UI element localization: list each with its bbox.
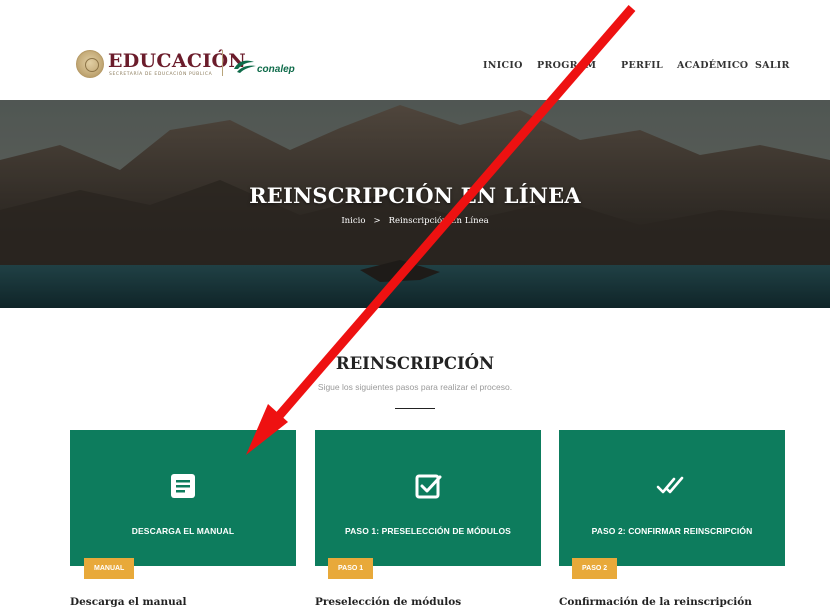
card-download-manual[interactable]: DESCARGA EL MANUAL — [70, 430, 296, 566]
government-seal-icon — [76, 50, 104, 78]
conalep-logo-text: conalep — [257, 64, 295, 75]
step-title-download-manual[interactable]: Descarga el manual — [70, 596, 187, 608]
card-label: PASO 1: PRESELECCIÓN DE MÓDULOS — [345, 526, 511, 536]
hero-banner: REINSCRIPCIÓN EN LÍNEA Inicio > Reinscripc… — [0, 100, 830, 308]
nav-perfil[interactable]: PERFIL — [621, 60, 663, 71]
step-title-preselect[interactable]: Preselección de módulos — [315, 596, 461, 608]
nav-inicio[interactable]: INICIO — [483, 60, 523, 71]
page-title: REINSCRIPCIÓN EN LÍNEA — [249, 183, 581, 208]
badge-paso-2: PASO 2 — [572, 558, 618, 579]
double-check-icon — [656, 476, 684, 494]
breadcrumb-separator: > — [373, 216, 381, 226]
card-label: PASO 2: CONFIRMAR REINSCRIPCIÓN — [591, 526, 753, 536]
nav-academico[interactable]: ACADÉMICO — [677, 60, 748, 71]
card-confirm-reinscription[interactable]: PASO 2: CONFIRMAR REINSCRIPCIÓN — [559, 430, 785, 566]
section-subtitle: Sigue los siguientes pasos para realizar… — [317, 382, 513, 392]
site-header: EDUCACIÓN SECRETARÍA DE EDUCACIÓN PÚBLIC… — [0, 0, 830, 100]
step-title-confirm[interactable]: Confirmación de la reinscripción — [559, 596, 752, 608]
breadcrumb-home-link[interactable]: Inicio — [341, 216, 365, 226]
document-icon — [171, 474, 195, 498]
card-label: DESCARGA EL MANUAL — [131, 526, 235, 536]
checkbox-icon — [415, 474, 442, 499]
card-preselect-modules[interactable]: PASO 1: PRESELECCIÓN DE MÓDULOS — [315, 430, 541, 566]
breadcrumb-current: Reinscripción En Línea — [388, 216, 489, 226]
nav-salir[interactable]: SALIR — [755, 60, 790, 71]
logo-subtext: SECRETARÍA DE EDUCACIÓN PÚBLICA — [109, 72, 213, 77]
section-title: REINSCRIPCIÓN — [335, 354, 495, 373]
logo-divider — [222, 50, 223, 76]
breadcrumb: Inicio > Reinscripción En Línea — [0, 216, 830, 226]
badge-manual: MANUAL — [84, 558, 135, 579]
conalep-logo-icon[interactable] — [232, 57, 258, 75]
educacion-logo-text[interactable]: EDUCACIÓN — [108, 50, 246, 72]
nav-programas[interactable]: PROGRAM — [537, 60, 596, 71]
chevron-down-icon[interactable]: ▾ — [739, 60, 743, 68]
section-divider — [395, 408, 435, 409]
badge-paso-1: PASO 1 — [328, 558, 374, 579]
